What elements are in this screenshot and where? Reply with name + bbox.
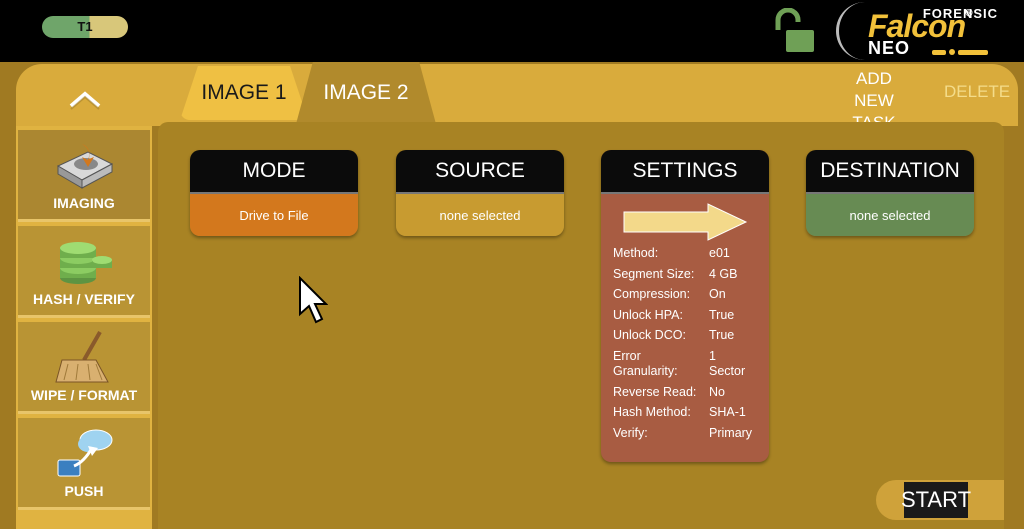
settings-row: Reverse Read: No	[613, 384, 725, 399]
delete-button[interactable]: DELETE	[944, 82, 1010, 102]
logo-bars	[932, 42, 991, 60]
sidebar-item-wipe-format[interactable]: WIPE / FORMAT	[18, 322, 150, 414]
start-label: START	[901, 482, 971, 518]
right-arrow-icon	[623, 203, 748, 241]
sidebar-item-imaging[interactable]: IMAGING	[18, 130, 150, 222]
settings-row: Method: e01	[613, 246, 730, 260]
settings-list: Method: e01 Segment Size: 4 GB Compressi…	[613, 246, 753, 446]
tab-image-2[interactable]: IMAGE 2	[296, 62, 436, 124]
card-title: SETTINGS	[601, 150, 769, 194]
destination-card[interactable]: DESTINATION none selected	[806, 150, 974, 236]
database-stack-icon	[60, 242, 112, 284]
sidebar-item-label: PUSH	[64, 483, 104, 499]
settings-card[interactable]: SETTINGS Method: e01 Segment Size: 4 GB …	[601, 150, 769, 462]
sidebar-item-label: HASH / VERIFY	[33, 291, 135, 307]
chevron-up-icon[interactable]	[68, 90, 102, 110]
settings-row: Segment Size: 4 GB	[613, 266, 738, 281]
settings-row: Error Granularity: 1 Sector	[613, 348, 746, 379]
sidebar-item-push[interactable]: PUSH	[18, 418, 150, 510]
settings-row: Hash Method: SHA-1	[613, 405, 746, 419]
destination-value: none selected	[806, 194, 974, 236]
broom-icon	[55, 331, 109, 383]
mode-card[interactable]: MODE Drive to File	[190, 150, 358, 236]
sidebar-item-label: IMAGING	[53, 195, 115, 211]
falcon-neo-logo: FORENSIC Falcon® NEO	[832, 2, 1016, 60]
settings-row: Verify: Primary	[613, 425, 753, 440]
card-title: SOURCE	[396, 150, 564, 194]
settings-row: Compression: On	[613, 287, 726, 301]
top-bar: T1 FORENSIC Falcon® NEO	[0, 0, 1024, 62]
mode-value: Drive to File	[190, 194, 358, 236]
source-value: none selected	[396, 194, 564, 236]
hard-drive-icon	[56, 144, 114, 189]
cloud-upload-icon	[57, 429, 113, 477]
tab-label: IMAGE 1	[201, 81, 287, 104]
card-title: DESTINATION	[806, 150, 974, 194]
sidebar-item-hash-verify[interactable]: HASH / VERIFY	[18, 226, 150, 318]
mouse-pointer-icon	[299, 276, 328, 324]
tab-image-1[interactable]: IMAGE 1	[180, 66, 308, 120]
task-indicator-pill[interactable]: T1	[42, 16, 128, 38]
settings-row: Unlock DCO: True	[613, 328, 735, 342]
tab-label: IMAGE 2	[323, 81, 409, 104]
logo-neo-text: NEO	[868, 38, 911, 58]
sidebar-item-label: WIPE / FORMAT	[30, 387, 138, 403]
settings-row: Unlock HPA: True	[613, 307, 735, 322]
unlocked-padlock-icon[interactable]	[772, 8, 816, 54]
source-card[interactable]: SOURCE none selected	[396, 150, 564, 236]
card-title: MODE	[190, 150, 358, 194]
start-button[interactable]: START	[876, 480, 1004, 520]
